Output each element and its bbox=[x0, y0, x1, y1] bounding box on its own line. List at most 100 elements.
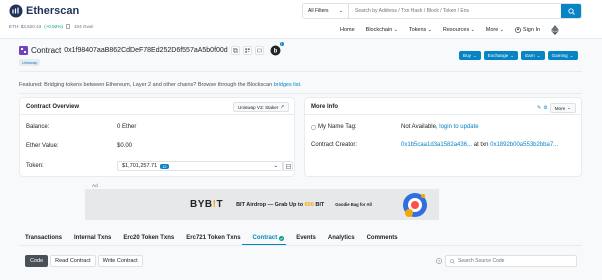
divider bbox=[305, 114, 581, 115]
tab-transactions[interactable]: Transactions bbox=[19, 233, 68, 243]
name-tag-row-label: My Name Tag: bbox=[311, 124, 357, 130]
svg-text:b: b bbox=[273, 49, 277, 55]
bybit-brand-suffix: T bbox=[216, 199, 224, 210]
nav-blockchain[interactable]: Blockchain bbox=[366, 27, 398, 33]
view-icon-button[interactable] bbox=[254, 46, 264, 55]
chevron-down-icon: ⌄ bbox=[273, 163, 278, 169]
name-tag-label: My Name Tag: bbox=[318, 124, 357, 130]
chevron-down-icon: ⌄ bbox=[338, 8, 343, 14]
contract-avatar-icon bbox=[19, 46, 28, 55]
logo-text: Etherscan bbox=[26, 5, 80, 17]
tab-events[interactable]: Events bbox=[290, 233, 322, 243]
ad-headline-prefix: BIT Airdrop — Grab Up to bbox=[236, 201, 305, 208]
token-value: $1,701,257.71 bbox=[122, 163, 158, 169]
staker-label-button[interactable]: Uniswap V3: Staker ↗ bbox=[233, 102, 290, 112]
tab-contract-label: Contract bbox=[252, 235, 278, 241]
nav-home[interactable]: Home bbox=[340, 27, 355, 33]
token-label: Token: bbox=[26, 163, 44, 169]
help-icon bbox=[311, 124, 316, 130]
contract-overview-card: Contract Overview Uniswap V3: Staker ↗ B… bbox=[19, 97, 295, 177]
read-contract-tab[interactable]: Read Contract bbox=[50, 255, 96, 267]
etherscan-logo-icon bbox=[9, 4, 23, 18]
edit-icon[interactable]: ✎ bbox=[537, 105, 541, 111]
buy-button[interactable]: Buy ⌄ bbox=[459, 51, 481, 60]
ad-label: Ad bbox=[92, 183, 98, 188]
name-tag-status: Not Available, bbox=[401, 124, 440, 130]
bridges-list-link[interactable]: bridges list. bbox=[274, 82, 302, 88]
copy-address-button[interactable] bbox=[230, 46, 240, 55]
bybit-brand-prefix: BYB bbox=[190, 199, 213, 210]
settings-icon[interactable]: ⚙ bbox=[543, 105, 547, 111]
source-code-search bbox=[445, 255, 577, 267]
gift-bag-image bbox=[400, 190, 430, 220]
gaming-button[interactable]: Gaming ⌄ bbox=[547, 51, 578, 60]
more-dropdown[interactable]: More ⌄ bbox=[549, 103, 577, 113]
verified-check-icon bbox=[279, 235, 285, 241]
contract-title: Contract bbox=[31, 46, 62, 55]
nav-sign-in[interactable]: Sign In bbox=[515, 27, 540, 33]
exchange-button[interactable]: Exchange ⌄ bbox=[483, 51, 519, 60]
tab-erc20-token-txns[interactable]: Erc20 Token Txns bbox=[117, 233, 180, 243]
search-icon bbox=[450, 258, 455, 264]
ether-value-label: Ether Value: bbox=[26, 143, 59, 149]
source-code-search-input[interactable] bbox=[458, 258, 572, 264]
eth-price: ETH: $3,620.43 bbox=[9, 24, 42, 29]
creator-at-txn: at txn bbox=[473, 142, 489, 148]
blockscan-chat-button[interactable]: b 1 bbox=[270, 42, 284, 56]
exchange-label: Exchange bbox=[487, 53, 509, 58]
earn-label: Earn bbox=[525, 53, 535, 58]
token-grid-button[interactable] bbox=[283, 161, 293, 171]
more-info-title: More Info bbox=[311, 104, 338, 110]
earn-button[interactable]: Earn ⌄ bbox=[521, 51, 545, 60]
search-input[interactable] bbox=[349, 4, 561, 18]
gas-price: 104 Gwei bbox=[73, 24, 94, 29]
write-contract-tab[interactable]: Write Contract bbox=[97, 255, 143, 267]
etherscan-logo[interactable]: Etherscan bbox=[9, 4, 79, 18]
tab-comments[interactable]: Comments bbox=[361, 233, 404, 243]
tab-analytics[interactable]: Analytics bbox=[322, 233, 361, 243]
search-filter-select[interactable]: All Filters ⌄ bbox=[303, 4, 349, 18]
nav-more[interactable]: More bbox=[486, 27, 504, 33]
tab-erc721-token-txns[interactable]: Erc721 Token Txns bbox=[180, 233, 246, 243]
filter-label: All Filters bbox=[308, 8, 329, 14]
divider bbox=[19, 245, 582, 246]
main-nav: Home Blockchain Tokens Resources More Si… bbox=[340, 25, 560, 35]
creator-txn-link[interactable]: 0x1892b00a553b2bba7... bbox=[490, 142, 558, 148]
token-count-badge: 12 bbox=[160, 163, 169, 169]
creator-label: Contract Creator: bbox=[311, 142, 358, 148]
ethereum-network-icon[interactable] bbox=[551, 25, 560, 35]
ad-headline-suffix: BIT bbox=[313, 201, 325, 208]
search-button[interactable] bbox=[561, 4, 581, 18]
eth-price-bar: ETH: $3,620.43 (+0.92%) 104 Gwei bbox=[9, 24, 93, 29]
divider bbox=[19, 93, 582, 94]
qr-code-button[interactable] bbox=[242, 46, 252, 55]
notification-badge: 1 bbox=[279, 42, 284, 46]
login-to-update-link[interactable]: login to update bbox=[439, 124, 478, 130]
nav-resources[interactable]: Resources bbox=[443, 27, 475, 33]
tab-contract[interactable]: Contract bbox=[247, 233, 291, 243]
svg-text:?: ? bbox=[438, 259, 441, 264]
creator-value: 0x1b5caa1d3a1582a436... at txn 0x1892b00… bbox=[401, 142, 558, 148]
chevron-down-icon: ⌄ bbox=[569, 52, 574, 58]
chevron-down-icon: ⌄ bbox=[510, 52, 515, 58]
code-subtabs: Code Read Contract Write Contract bbox=[25, 255, 143, 267]
code-tab[interactable]: Code bbox=[25, 255, 49, 267]
chevron-down-icon: ⌄ bbox=[567, 105, 572, 110]
overview-title: Contract Overview bbox=[26, 104, 80, 110]
creator-address-link[interactable]: 0x1b5caa1d3a1582a436... bbox=[401, 142, 472, 148]
contract-tabs: Transactions Internal Txns Erc20 Token T… bbox=[19, 233, 404, 243]
name-tag-value: Not Available, login to update bbox=[401, 124, 479, 130]
balance-label: Balance: bbox=[26, 124, 50, 130]
bybit-ad-banner[interactable]: BYB!T BIT Airdrop — Grab Up to 600 BIT G… bbox=[85, 189, 439, 220]
gaming-label: Gaming bbox=[551, 53, 568, 58]
nav-tokens[interactable]: Tokens bbox=[409, 27, 432, 33]
uniswap-tag[interactable]: Uniswap bbox=[19, 59, 41, 66]
token-holdings-dropdown[interactable]: $1,701,257.71 12 ⌄ bbox=[117, 161, 283, 171]
contract-address: 0x1f98407aaB862CdDeF78Ed252D6f557aA5b0f0… bbox=[64, 47, 228, 54]
help-icon[interactable]: ? bbox=[436, 258, 442, 264]
more-info-card: More Info ✎ ⚙ More ⌄ My Name Tag: Not Av… bbox=[304, 97, 582, 177]
balance-value: 0 Ether bbox=[117, 124, 137, 130]
tab-internal-txns[interactable]: Internal Txns bbox=[68, 233, 117, 243]
ether-value: $0.00 bbox=[117, 143, 133, 149]
divider bbox=[20, 114, 294, 115]
